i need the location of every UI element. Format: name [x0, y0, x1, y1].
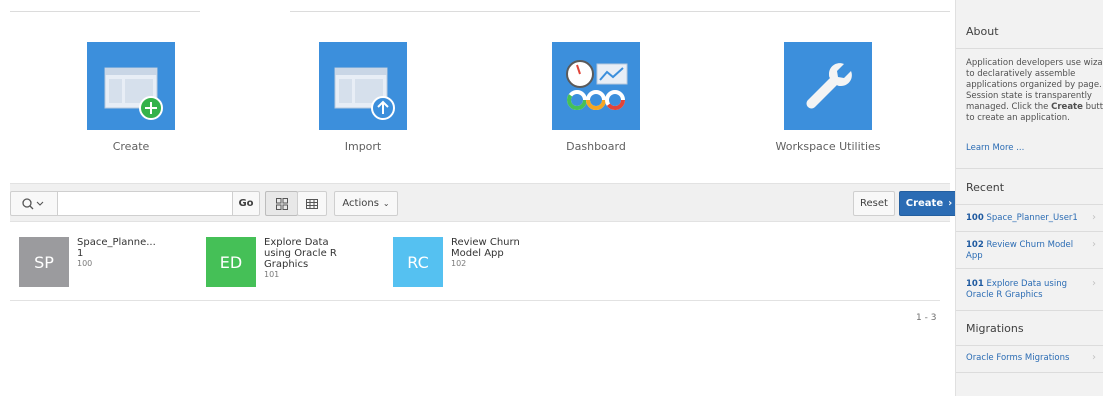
recent-item-divider [956, 268, 1103, 269]
app-id: 100 [77, 259, 93, 268]
reset-button[interactable]: Reset [853, 191, 895, 216]
app-card-101[interactable]: ED Explore Data using Oracle R Graphics … [206, 237, 376, 287]
recent-item-num: 100 [966, 213, 984, 223]
app-avatar: ED [206, 237, 256, 287]
create-tile-label: Create [112, 140, 150, 153]
right-sidebar: About Application developers use wizards… [955, 0, 1103, 396]
import-app-icon [319, 42, 407, 130]
workspace-utilities-tile[interactable]: Workspace Utilities [768, 42, 888, 153]
chevron-right-icon: › [1092, 352, 1096, 363]
app-name-text: Explore Data using Oracle R Graphics [264, 237, 337, 270]
chevron-right-icon: › [1092, 212, 1096, 223]
cards-divider [10, 300, 940, 301]
app-name: Space_Planne... 1 100 [77, 237, 172, 268]
app-name: Review Churn Model App 102 [451, 237, 546, 268]
recent-heading: Recent [966, 180, 1005, 194]
dashboard-tile[interactable]: Dashboard [536, 42, 656, 153]
import-tile[interactable]: Import [303, 42, 423, 153]
icon-view-button[interactable] [265, 191, 298, 216]
chevron-right-icon: › [948, 198, 953, 209]
tab-strip-line-right [290, 11, 950, 12]
grid-view-icon [275, 197, 288, 210]
migrations-heading: Migrations [966, 321, 1024, 335]
search-column-selector[interactable] [10, 191, 58, 216]
migrations-divider [956, 345, 1103, 346]
search-input[interactable] [57, 191, 233, 216]
app-card-100[interactable]: SP Space_Planne... 1 100 [19, 237, 179, 287]
about-divider [956, 48, 1103, 49]
recent-item-102[interactable]: 102 Review Churn Model App [956, 240, 1084, 262]
app-avatar: RC [393, 237, 443, 287]
import-tile-label: Import [344, 140, 382, 153]
tab-strip-line-left [10, 11, 200, 12]
create-button[interactable]: Create › [899, 191, 959, 216]
recent-item-text: Space_Planner_User1 [986, 213, 1078, 223]
app-name: Explore Data using Oracle R Graphics 101 [264, 237, 359, 279]
migration-item-forms[interactable]: Oracle Forms Migrations [956, 353, 1103, 364]
dashboard-icon [552, 42, 640, 130]
recent-item-divider [956, 231, 1103, 232]
app-avatar: SP [19, 237, 69, 287]
recent-item-num: 101 [966, 279, 984, 289]
about-text-bold: Create [1051, 102, 1083, 112]
migration-item-text: Oracle Forms Migrations [966, 353, 1070, 363]
about-text: Application developers use wizards to de… [966, 58, 1103, 124]
create-button-label: Create [905, 198, 944, 209]
app-card-102[interactable]: RC Review Churn Model App 102 [393, 237, 563, 287]
create-tile[interactable]: Create [71, 42, 191, 153]
pagination-range: 1 - 3 [916, 313, 937, 323]
recent-divider-top [956, 168, 1103, 169]
go-button[interactable]: Go [232, 191, 260, 216]
about-heading: About [966, 24, 999, 38]
search-toolbar: Go Actions ⌄ Reset Create › [10, 183, 959, 222]
learn-more-link[interactable]: Learn More ... [966, 143, 1024, 153]
app-id: 102 [451, 259, 467, 268]
app-name-text: Space_Planne... 1 [77, 237, 156, 259]
chevron-right-icon: › [1092, 278, 1096, 289]
recent-divider [956, 204, 1103, 205]
chevron-right-icon: › [1092, 239, 1096, 250]
recent-item-100[interactable]: 100 Space_Planner_User1 [956, 213, 1103, 224]
app-name-text: Review Churn Model App [451, 237, 520, 259]
dashboard-tile-label: Dashboard [566, 140, 626, 153]
table-view-icon [306, 198, 318, 209]
migration-item-divider [956, 372, 1103, 373]
actions-label: Actions [342, 198, 379, 209]
top-tab-strip [0, 0, 950, 12]
actions-menu-button[interactable]: Actions ⌄ [334, 191, 398, 216]
search-icon [22, 197, 44, 209]
workspace-utilities-tile-label: Workspace Utilities [775, 140, 881, 153]
recent-item-101[interactable]: 101 Explore Data using Oracle R Graphics [956, 279, 1084, 301]
app-id: 101 [264, 270, 280, 279]
recent-item-num: 102 [966, 240, 984, 250]
create-app-icon [87, 42, 175, 130]
wrench-icon [784, 42, 872, 130]
chevron-down-icon: ⌄ [382, 199, 390, 208]
report-view-button[interactable] [297, 191, 327, 216]
